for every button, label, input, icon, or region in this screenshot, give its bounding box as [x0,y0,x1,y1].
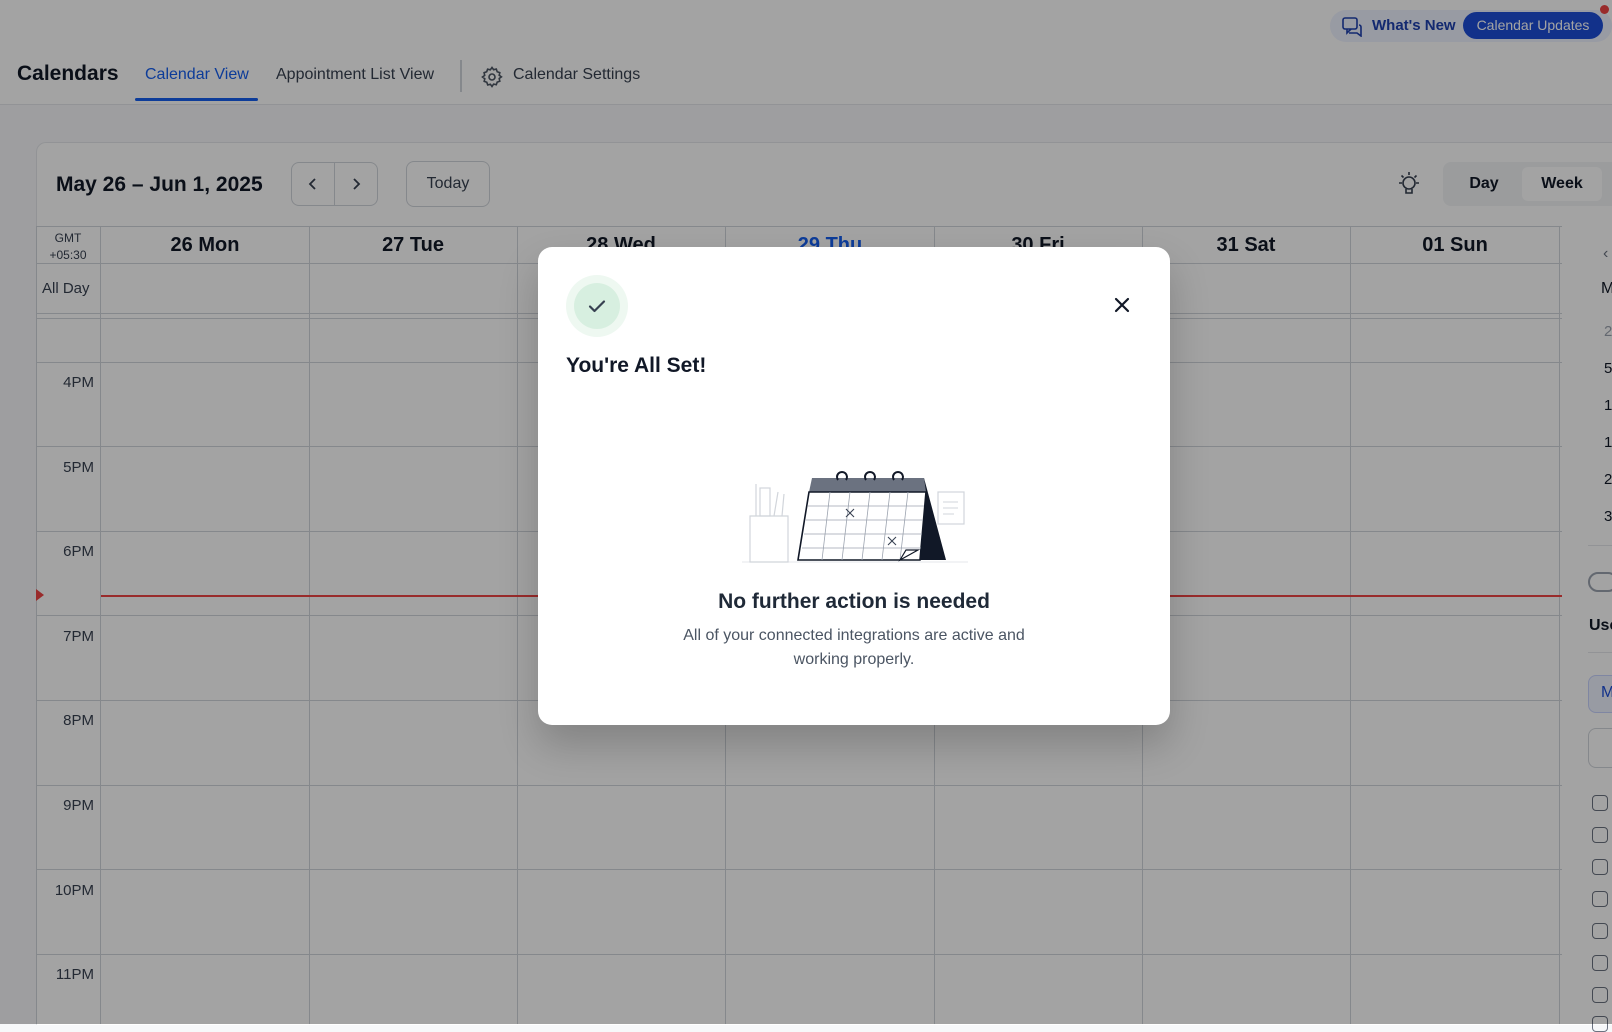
check-icon [588,300,606,313]
modal-close-button[interactable] [1108,291,1136,319]
success-badge [566,275,628,337]
calendar-illustration [742,471,968,563]
success-modal: You're All Set! No further action is nee… [538,247,1170,725]
close-icon [1114,297,1130,313]
modal-body-text: All of your connected integrations are a… [683,627,1025,668]
modal-title: You're All Set! [566,354,707,377]
modal-heading: No further action is needed [718,590,990,613]
